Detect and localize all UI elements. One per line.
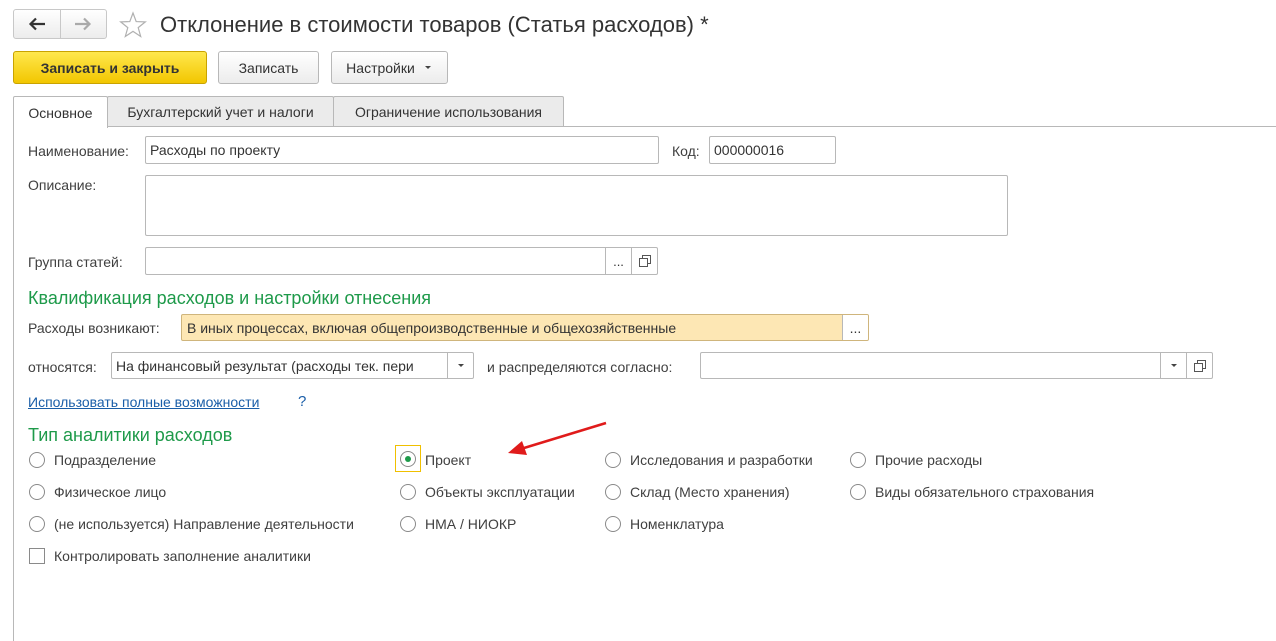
favorite-star-icon[interactable]: [119, 11, 147, 39]
radio-other-expenses[interactable]: [850, 452, 866, 468]
radio-intangible-rd-label: НМА / НИОКР: [425, 516, 517, 532]
name-label: Наименование:: [28, 143, 129, 159]
belong-select-value: На финансовый результат (расходы тек. пе…: [116, 357, 414, 374]
radio-insurance-types-label: Виды обязательного страхования: [875, 484, 1095, 500]
chevron-down-icon: [424, 65, 431, 69]
tab-main[interactable]: Основное: [13, 96, 108, 128]
radio-other-expenses-label: Прочие расходы: [875, 452, 983, 468]
code-input[interactable]: 000000016: [709, 136, 836, 164]
history-nav: [13, 9, 107, 39]
distributed-open-button[interactable]: [1186, 353, 1212, 378]
arrow-left-icon: [28, 17, 45, 31]
group-select-button[interactable]: ...: [605, 248, 631, 274]
control-analytics-label: Контролировать заполнение аналитики: [54, 548, 311, 564]
full-features-link[interactable]: Использовать полные возможности: [28, 394, 259, 410]
expenses-arise-label: Расходы возникают:: [28, 320, 160, 336]
distributed-label: и распределяются согласно:: [487, 359, 673, 375]
radio-operation-objects[interactable]: [400, 484, 416, 500]
section-analytics-title: Тип аналитики расходов: [28, 425, 233, 445]
expenses-arise-select-button[interactable]: ...: [842, 315, 868, 340]
tab-usage-restriction[interactable]: Ограничение использования: [333, 96, 564, 127]
expenses-arise-value: В иных процессах, включая общепроизводст…: [187, 319, 677, 336]
save-button[interactable]: Записать: [218, 51, 319, 84]
belong-dropdown-button[interactable]: [447, 353, 473, 378]
belong-label: относятся:: [28, 359, 97, 375]
radio-operation-objects-label: Объекты эксплуатации: [425, 484, 575, 500]
radio-individual-label: Физическое лицо: [54, 484, 167, 500]
description-input[interactable]: [145, 175, 1008, 236]
radio-nomenclature-label: Номенклатура: [630, 516, 724, 532]
section-qualification-title: Квалификация расходов и настройки отнесе…: [28, 288, 432, 308]
tab-panel-border: [13, 126, 1276, 127]
group-input[interactable]: ...: [145, 247, 658, 275]
group-label: Группа статей:: [28, 254, 123, 270]
radio-project-label: Проект: [425, 452, 472, 468]
name-input[interactable]: Расходы по проекту: [145, 136, 659, 164]
radio-insurance-types[interactable]: [850, 484, 866, 500]
radio-warehouse-label: Склад (Место хранения): [630, 484, 790, 500]
distributed-select[interactable]: [700, 352, 1213, 379]
radio-activity-direction[interactable]: [29, 516, 45, 532]
group-open-button[interactable]: [631, 248, 657, 274]
radio-individual[interactable]: [29, 484, 45, 500]
settings-button[interactable]: Настройки: [331, 51, 448, 84]
radio-project[interactable]: [400, 451, 416, 467]
arrow-right-icon: [75, 17, 92, 31]
radio-subdivision-label: Подразделение: [54, 452, 157, 468]
forward-button[interactable]: [59, 10, 107, 38]
radio-activity-direction-label: (не используется) Направление деятельнос…: [54, 516, 354, 532]
chevron-down-icon: [1170, 363, 1177, 367]
distributed-dropdown-button[interactable]: [1160, 353, 1186, 378]
radio-intangible-rd[interactable]: [400, 516, 416, 532]
radio-nomenclature[interactable]: [605, 516, 621, 532]
help-mark[interactable]: ?: [298, 393, 306, 410]
window-title: Отклонение в стоимости товаров (Статья р…: [160, 12, 709, 37]
code-label: Код:: [672, 143, 700, 159]
tab-accounting-taxes[interactable]: Бухгалтерский учет и налоги: [107, 96, 334, 127]
radio-warehouse[interactable]: [605, 484, 621, 500]
open-form-icon: [1193, 359, 1206, 372]
description-label: Описание:: [28, 177, 97, 193]
radio-research-label: Исследования и разработки: [630, 452, 813, 468]
belong-select[interactable]: На финансовый результат (расходы тек. пе…: [111, 352, 474, 379]
expenses-arise-input[interactable]: В иных процессах, включая общепроизводст…: [181, 314, 869, 341]
chevron-down-icon: [457, 363, 464, 367]
control-analytics-checkbox[interactable]: [29, 548, 45, 564]
open-form-icon: [638, 255, 651, 267]
back-button[interactable]: [14, 10, 60, 38]
save-and-close-button[interactable]: Записать и закрыть: [13, 51, 207, 84]
annotation-arrow-icon: [508, 421, 607, 455]
radio-subdivision[interactable]: [29, 452, 45, 468]
tab-panel-left-border: [13, 126, 14, 641]
settings-button-label: Настройки: [346, 59, 415, 76]
